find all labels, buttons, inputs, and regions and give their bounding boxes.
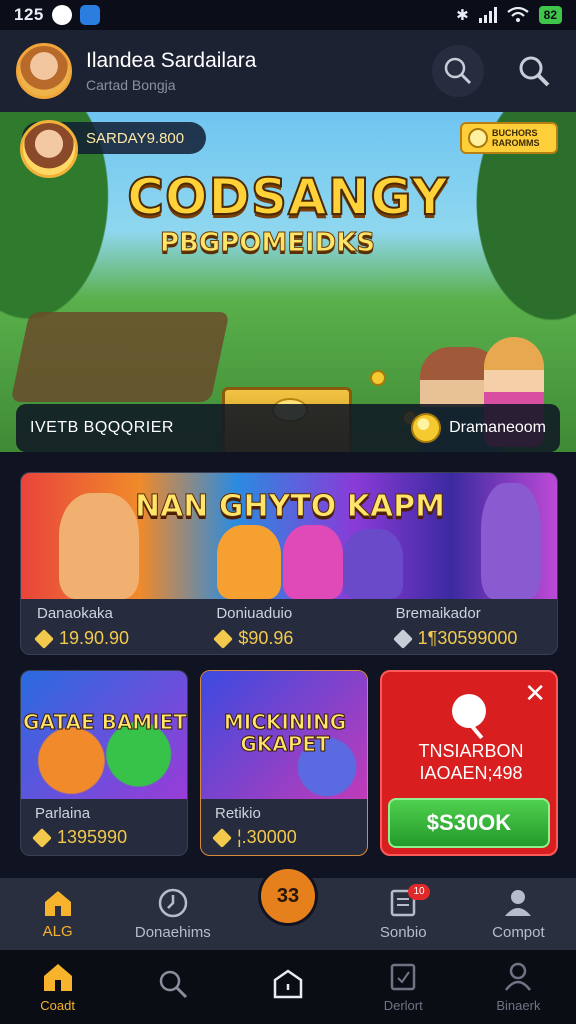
notification-badge: 10 xyxy=(408,884,430,900)
featured-game-card[interactable]: NAN GHYTO KAPM Danaokaka 19.90.90 Doniua… xyxy=(20,472,558,655)
nav-label: Derlort xyxy=(383,997,423,1013)
tab-compot[interactable]: Compot xyxy=(461,878,576,950)
hero-title: CODSANGY xyxy=(126,167,449,227)
search-icon xyxy=(159,970,187,999)
hero-bar-label: IVETB BQQQRIER xyxy=(30,419,174,436)
document-icon xyxy=(390,963,416,990)
stat-label: Danaokaka xyxy=(37,605,113,622)
signal-icon xyxy=(478,7,497,23)
character-art xyxy=(217,525,281,599)
tab-donations[interactable]: Donaehims xyxy=(115,878,230,950)
pentagon-icon xyxy=(273,969,303,999)
nav-search[interactable] xyxy=(115,950,230,1024)
nav-profile[interactable]: Binaerk xyxy=(461,950,576,1024)
promo-cta-button[interactable]: $S30OK xyxy=(388,798,550,848)
game-card-label: Retikio xyxy=(215,805,261,822)
coin-icon xyxy=(212,827,232,848)
tab-label: ALG xyxy=(42,922,73,940)
rewards-badge-text: BUCHORS RAROMMS xyxy=(492,128,540,148)
center-action-button[interactable]: 33 xyxy=(258,866,318,926)
tab-home[interactable]: ALG xyxy=(0,878,115,950)
tab-sonbio[interactable]: Sonbio xyxy=(346,878,461,950)
coin-icon xyxy=(468,128,488,148)
game-card[interactable]: GATAE BAMIET Parlaina 1395990 xyxy=(20,670,188,856)
character-art xyxy=(283,525,343,599)
profile-icon xyxy=(505,962,532,991)
hero-subtitle: PBGPOMEIDKS xyxy=(159,228,376,259)
tab-label: Sonbio xyxy=(379,923,427,941)
profile-icon xyxy=(505,889,532,916)
game-card-art-title: GATAE BAMIET xyxy=(23,710,187,734)
stat-label: Doniuaduio xyxy=(216,605,293,622)
gem-icon xyxy=(392,628,413,649)
status-bar: 125 ✱ 82 xyxy=(0,0,576,30)
coin-icon xyxy=(370,370,386,386)
search-icon xyxy=(519,56,550,87)
user-subtitle: Cartad Bongja xyxy=(86,77,176,93)
status-time: 125 xyxy=(14,5,44,24)
home-icon xyxy=(43,963,72,991)
hero-info-bar: IVETB BQQQRIER Dramaneoom xyxy=(16,404,560,452)
nav-label: Coadt xyxy=(40,997,75,1013)
featured-game-title: NAN GHYTO KAPM xyxy=(134,489,446,525)
nav-label: Binaerk xyxy=(496,997,541,1013)
download-notification-icon xyxy=(79,5,100,25)
gold-coin-icon xyxy=(411,413,442,443)
game-card[interactable]: MICKINING GKAPET Retikio ¦.30000 xyxy=(200,670,368,856)
rewards-badge[interactable]: BUCHORS RAROMMS xyxy=(460,122,558,154)
promo-text: TNSIARBON IAOAEN;498 xyxy=(418,741,524,783)
coin-icon xyxy=(34,628,54,649)
bluetooth-icon: ✱ xyxy=(456,7,469,24)
hero-banner[interactable] xyxy=(0,112,576,452)
zoom-search-button[interactable] xyxy=(508,45,560,97)
battery-indicator: 82 xyxy=(538,6,562,24)
garden-island-art xyxy=(10,312,230,402)
nav-report[interactable]: Derlort xyxy=(346,950,461,1024)
stat-value: 1¶30599000 xyxy=(417,628,518,648)
bottom-nav: Coadt Derlort Binaerk xyxy=(0,950,576,1024)
coin-icon xyxy=(32,827,52,848)
coin-icon xyxy=(213,628,234,649)
character-art xyxy=(343,529,403,599)
search-icon xyxy=(444,57,472,85)
promo-card[interactable]: ✕ TNSIARBON IAOAEN;498 $S30OK xyxy=(380,670,558,856)
user-name: Ilandea Sardailara xyxy=(86,49,257,72)
hero-bar-link[interactable]: Dramaneoom xyxy=(449,419,546,437)
app-header: Ilandea Sardailara Cartad Bongja xyxy=(0,30,576,112)
game-card-value: ¦.30000 xyxy=(237,827,297,847)
close-icon[interactable]: ✕ xyxy=(524,678,546,708)
player-avatar[interactable] xyxy=(20,120,78,178)
game-card-value: 1395990 xyxy=(57,827,128,847)
search-button[interactable] xyxy=(432,45,484,97)
stat-label: Bremaikador xyxy=(395,605,481,622)
tab-label: Donaehims xyxy=(134,923,211,941)
game-card-art-title: MICKINING GKAPET xyxy=(223,710,347,756)
home-icon xyxy=(44,890,71,916)
clock-icon xyxy=(158,888,188,917)
game-card-label: Parlaina xyxy=(35,805,91,822)
stat-value: $90.96 xyxy=(238,628,294,648)
tab-label: Compot xyxy=(492,923,545,941)
nav-home[interactable]: Coadt xyxy=(0,950,115,1024)
stat-value: 19.90.90 xyxy=(59,628,130,648)
app-notification-icon xyxy=(51,5,72,25)
game-card-art xyxy=(21,671,187,799)
search-pin-icon xyxy=(452,694,486,728)
wifi-icon xyxy=(506,7,529,23)
nav-center[interactable] xyxy=(230,950,345,1024)
user-avatar[interactable] xyxy=(16,43,72,99)
